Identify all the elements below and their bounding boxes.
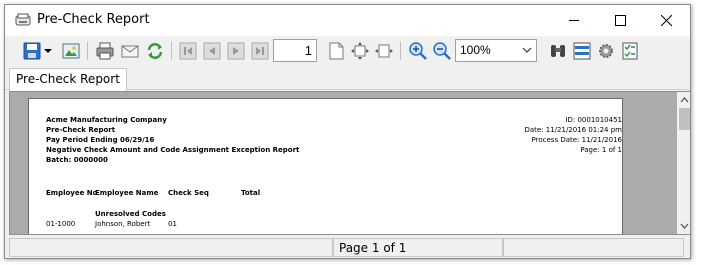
separator [171,42,172,60]
pay-period: Pay Period Ending 06/29/16 [46,136,155,144]
zoom-out-icon [433,42,451,60]
vertical-scrollbar[interactable] [677,92,690,234]
fit-page-icon [351,42,369,60]
status-page-label: Page 1 of 1 [339,241,407,255]
email-icon [121,45,139,58]
first-page-icon [179,42,197,60]
refresh-icon [147,43,163,59]
minimize-button[interactable] [551,5,597,35]
page-info-text: Page: 1 of 1 [580,146,622,154]
zoom-select[interactable]: 100% [455,39,537,62]
dropdown-arrow-icon [44,49,52,53]
status-cell-page: Page 1 of 1 [333,238,503,257]
batch-number: Batch: 0000000 [46,156,108,164]
checklist-button[interactable] [619,40,641,62]
next-page-button[interactable] [225,40,247,62]
fit-width-button[interactable] [373,40,395,62]
refresh-button[interactable] [144,40,166,62]
maximize-button[interactable] [597,5,643,35]
settings-icon [599,44,613,58]
status-cell-left [9,238,333,257]
chevron-up-icon [680,97,689,103]
zoom-value: 100% [460,43,491,57]
chevron-down-icon [680,223,689,229]
window-title: Pre-Check Report [37,12,150,27]
checklist-icon [622,42,638,60]
group-tree-button[interactable] [571,40,593,62]
maximize-icon [614,14,626,26]
process-date-text: Process Date: 11/21/2016 [531,136,622,144]
report-id: ID: 0001010451 [422,115,622,125]
column-header-employee-name: Employee Name [95,189,159,197]
save-button[interactable] [21,40,43,62]
report-date: Date: 11/21/2016 01:24 pm [422,125,622,135]
export-image-button[interactable] [60,40,82,62]
status-cell-right [503,238,684,257]
zoom-in-button[interactable] [407,40,429,62]
minimize-icon [568,19,579,21]
zoom-out-button[interactable] [431,40,453,62]
company-name: Acme Manufacturing Company [46,116,167,124]
close-button[interactable] [643,5,689,35]
save-icon [23,42,41,60]
email-button[interactable] [119,40,141,62]
app-icon [15,13,31,27]
column-header-total: Total [241,189,261,197]
table-row-check-seq: 01 [168,220,177,228]
chevron-down-icon [522,47,532,53]
find-button[interactable] [547,40,569,62]
scroll-thumb[interactable] [679,108,690,130]
column-header-employee-no: Employee No [46,189,98,197]
page-view-button[interactable] [325,40,347,62]
separator [87,42,88,60]
tab-strip: Pre-Check Report [5,68,690,91]
scroll-down-button[interactable] [677,220,690,232]
next-page-icon [227,42,245,60]
report-name: Pre-Check Report [46,126,116,134]
fit-page-button[interactable] [349,40,371,62]
report-description: Negative Check Amount and Code Assignmen… [46,146,300,154]
export-image-icon [62,43,80,59]
previous-page-icon [203,42,221,60]
first-page-button[interactable] [177,40,199,62]
report-id-text: ID: 0001010451 [565,116,622,124]
page-info: Page: 1 of 1 [422,145,622,155]
page-number-input[interactable]: 1 [273,39,317,62]
report-date-text: Date: 11/21/2016 01:24 pm [524,126,622,134]
report-viewport[interactable]: Acme Manufacturing Company Pre-Check Rep… [9,91,690,235]
print-button[interactable] [94,40,116,62]
section-heading: Unresolved Codes [95,210,166,218]
last-page-icon [251,42,269,60]
find-icon [551,45,565,57]
report-window: Pre-Check Report 1 100% Pre-Check Report… [4,4,691,259]
toolbar: 1 100% [5,36,690,68]
last-page-button[interactable] [249,40,271,62]
previous-page-button[interactable] [201,40,223,62]
settings-button[interactable] [595,40,617,62]
save-dropdown-button[interactable] [42,40,54,62]
close-icon [660,14,672,26]
column-header-check-seq: Check Seq [168,189,209,197]
zoom-in-icon [409,42,427,60]
separator [400,42,401,60]
process-date: Process Date: 11/21/2016 [422,135,622,145]
fit-width-icon [375,44,393,58]
status-bar: Page 1 of 1 [5,236,690,258]
report-page: Acme Manufacturing Company Pre-Check Rep… [28,98,623,234]
table-row-employee-no: 01-1000 [46,220,76,228]
page-view-icon [329,42,344,60]
title-bar[interactable]: Pre-Check Report [5,5,690,36]
scroll-up-button[interactable] [677,94,690,106]
tab-pre-check-report[interactable]: Pre-Check Report [9,68,127,91]
print-icon [96,42,114,60]
group-tree-icon [573,42,591,60]
table-row-employee-name: Johnson, Robert [95,220,151,228]
